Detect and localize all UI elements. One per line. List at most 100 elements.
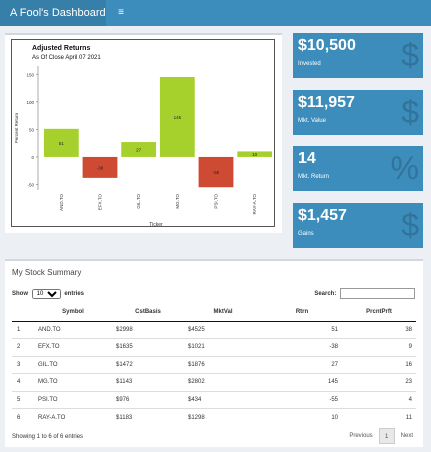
table-info: Showing 1 to 6 of 6 entries xyxy=(12,434,84,440)
cstbasis-cell: $1143 xyxy=(112,373,184,391)
search-label: Search: xyxy=(314,291,337,298)
invested-value-box: $10,500 Invested $ xyxy=(293,33,423,78)
x-tick-label: GIL.TO xyxy=(136,194,141,209)
bar-value-label: 51 xyxy=(59,141,65,146)
y-tick-label: 100 xyxy=(26,100,34,105)
cstbasis-cell: $976 xyxy=(112,390,184,409)
dollar-icon: $ xyxy=(401,207,419,243)
x-tick-label: MG.TO xyxy=(175,194,180,209)
column-header-rtrn[interactable]: Rtrn xyxy=(262,304,342,322)
prcntprft-cell: 23 xyxy=(342,373,416,391)
mktval-cell: $1298 xyxy=(184,408,262,426)
symbol-cell: PSI.TO xyxy=(34,390,112,409)
rtrn-cell: 27 xyxy=(262,355,342,374)
percent-icon: % xyxy=(390,150,419,186)
row-index: 2 xyxy=(12,338,34,356)
prcntprft-cell: 38 xyxy=(342,320,416,339)
table-row[interactable]: 4 MG.TO $1143 $2802 145 23 xyxy=(12,373,416,391)
gains-value: $1,457 xyxy=(298,207,347,224)
app-title[interactable]: A Fool's Dashboard xyxy=(0,0,106,26)
symbol-cell: AND.TO xyxy=(34,320,112,339)
market-value: $11,957 xyxy=(298,94,355,111)
mktval-cell: $2802 xyxy=(184,373,262,391)
bar-value-label: -38 xyxy=(97,165,104,170)
chart-box: Adjusted Returns As Of Close April 07 202… xyxy=(5,33,282,233)
y-tick-label: -50 xyxy=(27,182,34,187)
page-1-button[interactable]: 1 xyxy=(378,428,395,444)
invested-label: Invested xyxy=(298,61,321,67)
summary-title: My Stock Summary xyxy=(12,268,82,277)
rtrn-cell: -38 xyxy=(262,338,342,356)
symbol-cell: GIL.TO xyxy=(34,355,112,374)
money-icon: $ xyxy=(401,37,419,73)
x-tick-label: RAY-A.TO xyxy=(252,194,257,215)
chart-subtitle: As Of Close April 07 2021 xyxy=(32,55,101,61)
row-index: 5 xyxy=(12,390,34,409)
symbol-cell: EFX.TO xyxy=(34,338,112,356)
pagination: Previous 1 Next xyxy=(349,428,413,444)
mktval-cell: $434 xyxy=(184,390,262,409)
row-index: 1 xyxy=(12,320,34,339)
x-tick-label: AND.TO xyxy=(59,194,64,211)
cstbasis-cell: $2998 xyxy=(112,320,184,339)
bar-value-label: 27 xyxy=(136,147,142,152)
market-return-value: 14 xyxy=(298,150,316,167)
y-axis-label: Percent Return xyxy=(14,112,19,143)
column-header-index[interactable] xyxy=(12,304,34,322)
rtrn-cell: 10 xyxy=(262,408,342,426)
market-value-box: $11,957 Mkt. Value $ xyxy=(293,90,423,135)
next-button[interactable]: Next xyxy=(401,433,413,439)
search-input[interactable] xyxy=(340,288,415,299)
prcntprft-cell: 4 xyxy=(342,390,416,409)
previous-button[interactable]: Previous xyxy=(349,433,372,439)
chart-frame: Adjusted Returns As Of Close April 07 202… xyxy=(11,39,275,227)
symbol-cell: RAY-A.TO xyxy=(34,408,112,426)
search-control: Search: xyxy=(314,288,415,299)
entries-label: entries xyxy=(64,291,85,297)
header-bar: A Fool's Dashboard ≡ xyxy=(0,0,431,26)
column-header-prcntprft[interactable]: PrcntPrft xyxy=(342,304,416,322)
prcntprft-cell: 9 xyxy=(342,338,416,356)
table-row[interactable]: 5 PSI.TO $976 $434 -55 4 xyxy=(12,390,416,409)
invested-value: $10,500 xyxy=(298,37,356,54)
mktval-cell: $1876 xyxy=(184,355,262,374)
gains-box: $1,457 Gains $ xyxy=(293,203,423,248)
bar-value-label: -55 xyxy=(213,170,220,175)
entries-select[interactable]: 10 xyxy=(31,289,61,299)
page-length-control: Show 10 entries xyxy=(12,289,84,299)
bar-value-label: 10 xyxy=(252,152,258,157)
rtrn-cell: -55 xyxy=(262,390,342,409)
rtrn-cell: 51 xyxy=(262,320,342,339)
rtrn-cell: 145 xyxy=(262,373,342,391)
prcntprft-cell: 11 xyxy=(342,408,416,426)
chart-title: Adjusted Returns xyxy=(32,45,90,52)
mktval-cell: $4525 xyxy=(184,320,262,339)
table-row[interactable]: 6 RAY-A.TO $1183 $1298 10 11 xyxy=(12,408,416,426)
table-row[interactable]: 3 GIL.TO $1472 $1876 27 16 xyxy=(12,355,416,374)
table-header-row: Symbol CstBasis MktVal Rtrn PrcntPrft xyxy=(12,304,416,322)
returns-bar-chart: Adjusted Returns As Of Close April 07 202… xyxy=(14,45,273,227)
hand-dollar-icon: $ xyxy=(401,94,419,130)
column-header-symbol[interactable]: Symbol xyxy=(34,304,112,322)
show-label: Show xyxy=(12,291,28,297)
prcntprft-cell: 16 xyxy=(342,355,416,374)
row-index: 6 xyxy=(12,408,34,426)
market-value-label: Mkt. Value xyxy=(298,118,326,124)
market-return-label: Mkt. Return xyxy=(298,174,330,180)
table-row[interactable]: 1 AND.TO $2998 $4525 51 38 xyxy=(12,320,416,339)
symbol-cell: MG.TO xyxy=(34,373,112,391)
cstbasis-cell: $1472 xyxy=(112,355,184,374)
y-tick-label: 50 xyxy=(29,127,35,132)
menu-toggle-icon[interactable]: ≡ xyxy=(112,0,130,26)
y-tick-label: 150 xyxy=(26,72,34,77)
column-header-mktval[interactable]: MktVal xyxy=(184,304,262,322)
x-tick-label: EFX.TO xyxy=(98,194,103,211)
cstbasis-cell: $1183 xyxy=(112,408,184,426)
table-row[interactable]: 2 EFX.TO $1635 $1021 -38 9 xyxy=(12,338,416,356)
market-return-box: 14 Mkt. Return % xyxy=(293,146,423,191)
mktval-cell: $1021 xyxy=(184,338,262,356)
x-tick-label: PSI.TO xyxy=(214,194,219,209)
y-tick-label: 0 xyxy=(31,155,34,160)
column-header-cstbasis[interactable]: CstBasis xyxy=(112,304,184,322)
x-axis-label: Ticker xyxy=(149,222,163,227)
